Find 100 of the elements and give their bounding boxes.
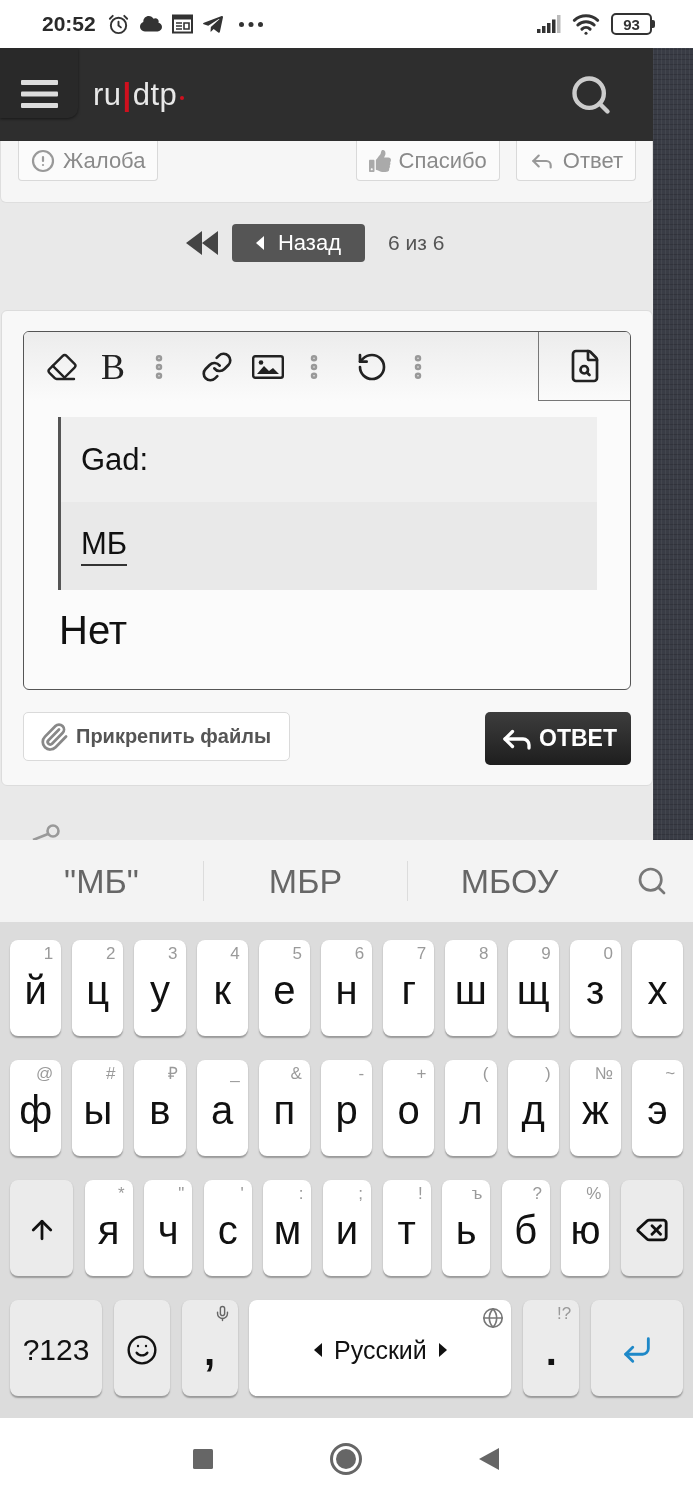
- key-hint: 8: [479, 945, 489, 962]
- letter-key[interactable]: 6 н: [320, 940, 373, 1036]
- key-hint: %: [586, 1185, 602, 1202]
- key-hint: 1: [43, 945, 54, 962]
- cloud-icon: [139, 15, 162, 33]
- letter-key[interactable]: 7 г: [383, 940, 435, 1036]
- status-time: 20:52: [42, 12, 96, 36]
- quote-author: Gad:: [81, 441, 149, 478]
- menu-button[interactable]: [0, 48, 78, 118]
- quote-text: МБ: [81, 526, 128, 566]
- letter-key[interactable]: % ю: [561, 1180, 610, 1276]
- letter-key[interactable]: " ч: [144, 1180, 193, 1276]
- search-icon[interactable]: [636, 865, 668, 897]
- letter-key[interactable]: ! т: [382, 1180, 431, 1276]
- backspace-key[interactable]: [621, 1180, 683, 1276]
- letter-key[interactable]: # ы: [72, 1060, 124, 1156]
- key-hint: (: [482, 1065, 489, 1082]
- letter-key[interactable]: 9 щ: [507, 940, 559, 1036]
- letter-key[interactable]: 3 у: [134, 940, 186, 1036]
- suggestion[interactable]: МБОУ: [408, 861, 611, 901]
- key-hint: ": [178, 1185, 185, 1202]
- calendar-icon: [171, 14, 193, 34]
- link-icon[interactable]: [201, 350, 233, 383]
- letter-key[interactable]: & п: [258, 1060, 310, 1156]
- thumbs-up-icon: [368, 149, 391, 172]
- key-hint: 7: [416, 945, 427, 962]
- home-icon[interactable]: [330, 1443, 362, 1475]
- suggestion[interactable]: МБР: [204, 861, 407, 901]
- back-button[interactable]: Назад: [232, 224, 365, 262]
- letter-key[interactable]: 4 к: [196, 940, 248, 1036]
- globe-icon: [482, 1307, 505, 1329]
- key-hint: !: [417, 1185, 423, 1202]
- letter-key[interactable]: 8 ш: [445, 940, 497, 1036]
- more-dots-icon: [238, 21, 263, 27]
- space-key[interactable]: Русский: [249, 1300, 512, 1396]
- signal-icon: [537, 15, 561, 33]
- letter-key[interactable]: + о: [383, 1060, 435, 1156]
- letter-key[interactable]: ? б: [501, 1180, 550, 1276]
- alarm-clock-icon: [106, 12, 130, 36]
- key-hint: ': [240, 1185, 244, 1202]
- alert-circle-icon: [31, 148, 55, 173]
- paperclip-icon: [39, 721, 69, 752]
- attach-files-button[interactable]: Прикрепить файлы: [23, 712, 290, 761]
- letter-key[interactable]: _ а: [196, 1060, 248, 1156]
- letter-key[interactable]: 5 е: [258, 940, 310, 1036]
- letter-key[interactable]: № ж: [569, 1060, 621, 1156]
- image-icon[interactable]: [252, 354, 284, 379]
- key-hint: ): [545, 1065, 551, 1082]
- preview-button[interactable]: [538, 332, 630, 401]
- letter-key[interactable]: 0 з: [569, 940, 621, 1036]
- key-hint: 3: [168, 945, 178, 962]
- key-hint: ъ: [471, 1185, 483, 1202]
- key-hint: #: [105, 1065, 116, 1082]
- key-hint: @: [35, 1065, 54, 1082]
- period-key[interactable]: !? .: [523, 1300, 580, 1396]
- letter-key[interactable]: ъ ь: [442, 1180, 491, 1276]
- letter-key[interactable]: 2 ц: [72, 940, 124, 1036]
- letter-key[interactable]: ' с: [203, 1180, 252, 1276]
- key-hint: №: [594, 1065, 613, 1082]
- caret-left-icon: [255, 236, 264, 250]
- submit-reply-button[interactable]: ОТВЕТ: [485, 712, 631, 765]
- back-icon[interactable]: [479, 1448, 499, 1470]
- key-hint: !?: [557, 1305, 572, 1322]
- letter-key[interactable]: : м: [263, 1180, 312, 1276]
- site-logo[interactable]: ru|dtp: [93, 76, 185, 113]
- key-hint: 2: [105, 945, 116, 962]
- letter-key[interactable]: ₽ в: [134, 1060, 186, 1156]
- smiley-icon: [125, 1334, 158, 1366]
- key-hint: ~: [665, 1065, 676, 1082]
- letter-key[interactable]: х: [631, 940, 684, 1036]
- caret-right-icon: [438, 1343, 447, 1357]
- key-hint: ₽: [167, 1065, 178, 1082]
- suggestion[interactable]: "МБ": [0, 861, 203, 901]
- comma-key[interactable]: ,: [181, 1300, 238, 1396]
- key-hint: 9: [541, 945, 551, 962]
- letter-key[interactable]: - р: [320, 1060, 373, 1156]
- key-hint: _: [230, 1065, 240, 1082]
- symbols-key[interactable]: ?123: [10, 1300, 102, 1396]
- letter-key[interactable]: ~ э: [631, 1060, 684, 1156]
- key-hint: -: [358, 1065, 365, 1082]
- letter-key[interactable]: 1 й: [10, 940, 62, 1036]
- letter-key[interactable]: * я: [84, 1180, 133, 1276]
- letter-key[interactable]: @ ф: [10, 1060, 62, 1156]
- letter-key[interactable]: ( л: [445, 1060, 497, 1156]
- key-hint: +: [416, 1065, 427, 1082]
- battery-percent: 93: [611, 13, 652, 35]
- key-hint: 5: [292, 945, 302, 962]
- key-hint: :: [298, 1185, 304, 1202]
- key-hint: 0: [603, 945, 613, 962]
- key-hint: &: [290, 1065, 302, 1082]
- key-hint: 6: [354, 945, 365, 962]
- letter-key[interactable]: ) д: [507, 1060, 559, 1156]
- rewind-icon[interactable]: [186, 231, 218, 255]
- message-editor[interactable]: B Gad: МБ Нет: [23, 331, 631, 690]
- menu-icon: [20, 80, 58, 108]
- bold-button[interactable]: B: [93, 346, 133, 387]
- emoji-key[interactable]: [113, 1300, 170, 1396]
- message-text: Нет: [59, 610, 128, 650]
- letter-key[interactable]: ; и: [322, 1180, 372, 1276]
- key-hint: ;: [358, 1185, 364, 1202]
